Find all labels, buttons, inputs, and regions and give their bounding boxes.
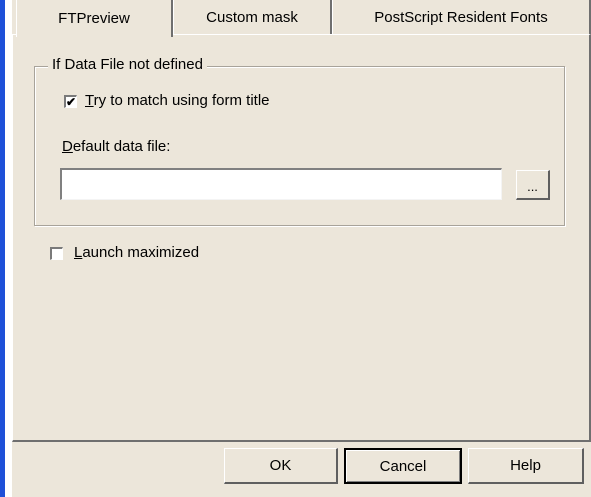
browse-icon: ... — [527, 179, 538, 194]
tab-label: Custom mask — [206, 8, 298, 26]
button-label: Help — [510, 457, 541, 474]
default-data-file-input[interactable] — [60, 168, 502, 200]
tab-postscript-resident-fonts[interactable]: PostScript Resident Fonts — [332, 0, 591, 34]
mnemonic: D — [62, 138, 73, 155]
checkmark-icon: ✔ — [66, 95, 77, 109]
button-label: Cancel — [379, 457, 427, 475]
tab-ftpreview[interactable]: FTPreview — [16, 0, 173, 37]
launch-maximized-label[interactable]: Launch maximized — [74, 244, 199, 261]
match-form-title-label[interactable]: Try to match using form title — [85, 92, 270, 109]
groupbox-legend: If Data File not defined — [48, 56, 207, 73]
tab-custom-mask[interactable]: Custom mask — [173, 0, 332, 34]
help-button[interactable]: Help — [468, 448, 584, 484]
cancel-button[interactable]: Cancel — [344, 448, 462, 484]
window-border-accent — [0, 0, 5, 497]
label-text: ry to match using form title — [93, 92, 270, 109]
mnemonic: T — [85, 92, 94, 109]
tab-label: FTPreview — [58, 10, 130, 27]
ok-button[interactable]: OK — [224, 448, 338, 484]
label-text: aunch maximized — [82, 244, 200, 261]
label-text: efault data file: — [72, 138, 171, 155]
default-data-file-label: Default data file: — [62, 138, 170, 155]
button-label: OK — [269, 457, 292, 474]
tab-label: PostScript Resident Fonts — [374, 8, 548, 26]
browse-button[interactable]: ... — [516, 170, 550, 200]
launch-maximized-checkbox[interactable] — [50, 247, 63, 260]
match-form-title-checkbox[interactable]: ✔ — [64, 95, 77, 108]
